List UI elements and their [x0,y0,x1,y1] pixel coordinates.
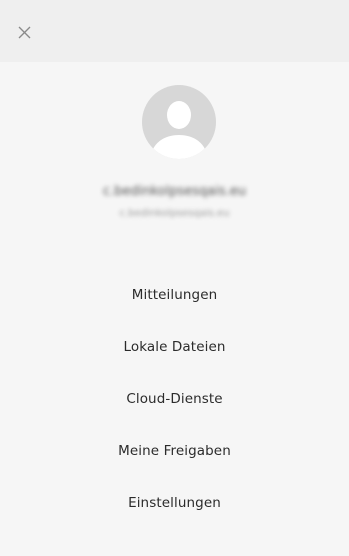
menu-item-cloud-dienste[interactable]: Cloud-Dienste [0,387,349,439]
user-avatar-icon [150,101,208,159]
side-menu-panel: c.bedinkolpsesqais.eu c.bedinkolpsesqais… [0,0,349,556]
menu-item-lokale-dateien[interactable]: Lokale Dateien [0,335,349,387]
main-menu: Mitteilungen Lokale Dateien Cloud-Dienst… [0,283,349,543]
close-button[interactable] [14,22,36,44]
user-name: c.bedinkolpsesqais.eu [102,184,247,199]
menu-item-mitteilungen[interactable]: Mitteilungen [0,283,349,335]
panel-header [0,0,349,62]
user-email: c.bedinkolpsesqais.eu [119,208,230,219]
menu-item-einstellungen[interactable]: Einstellungen [0,491,349,543]
close-icon [18,26,31,39]
menu-item-meine-freigaben[interactable]: Meine Freigaben [0,439,349,491]
avatar [142,85,216,159]
